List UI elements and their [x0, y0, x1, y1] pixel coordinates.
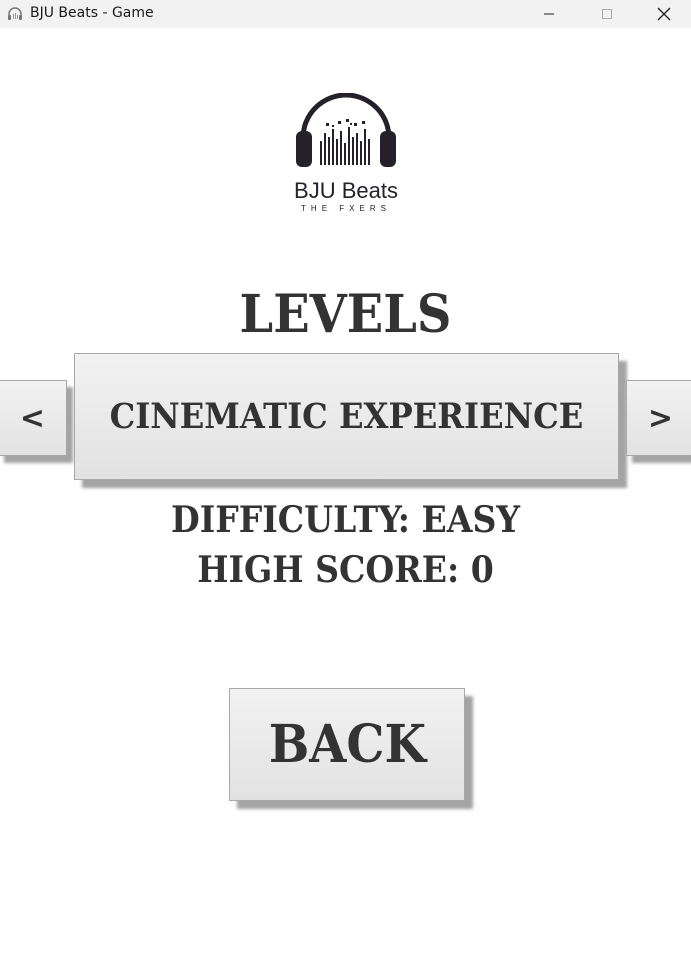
headphones-icon [8, 7, 22, 20]
game-window: BJU Beats - Game BJU Beats THE FXERS LEV… [0, 0, 691, 961]
close-button[interactable] [636, 0, 691, 28]
app-logo: BJU Beats THE FXERS [286, 92, 406, 218]
previous-level-button[interactable]: < [0, 380, 67, 456]
level-select-button[interactable]: CINEMATIC EXPERIENCE [74, 353, 619, 480]
difficulty-text: DIFFICULTY: EASY [170, 499, 521, 541]
maximize-button[interactable] [578, 0, 636, 28]
minimize-button[interactable] [520, 0, 578, 28]
high-score-text: HIGH SCORE: 0 [197, 549, 494, 591]
logo-subtitle: THE FXERS [301, 204, 391, 213]
next-level-label: > [647, 400, 674, 436]
title-bar[interactable]: BJU Beats - Game [0, 0, 691, 28]
back-button[interactable]: BACK [229, 688, 465, 801]
level-name: CINEMATIC EXPERIENCE [109, 396, 584, 437]
levels-heading: LEVELS [239, 284, 452, 345]
back-button-label: BACK [268, 714, 426, 775]
minimize-icon [544, 13, 554, 15]
logo-title: BJU Beats [294, 178, 398, 203]
maximize-icon [602, 9, 612, 19]
window-title: BJU Beats - Game [30, 5, 154, 21]
next-level-button[interactable]: > [626, 380, 691, 456]
close-icon [657, 7, 670, 21]
previous-level-label: < [19, 400, 46, 436]
headphones-logo-icon [296, 92, 396, 167]
